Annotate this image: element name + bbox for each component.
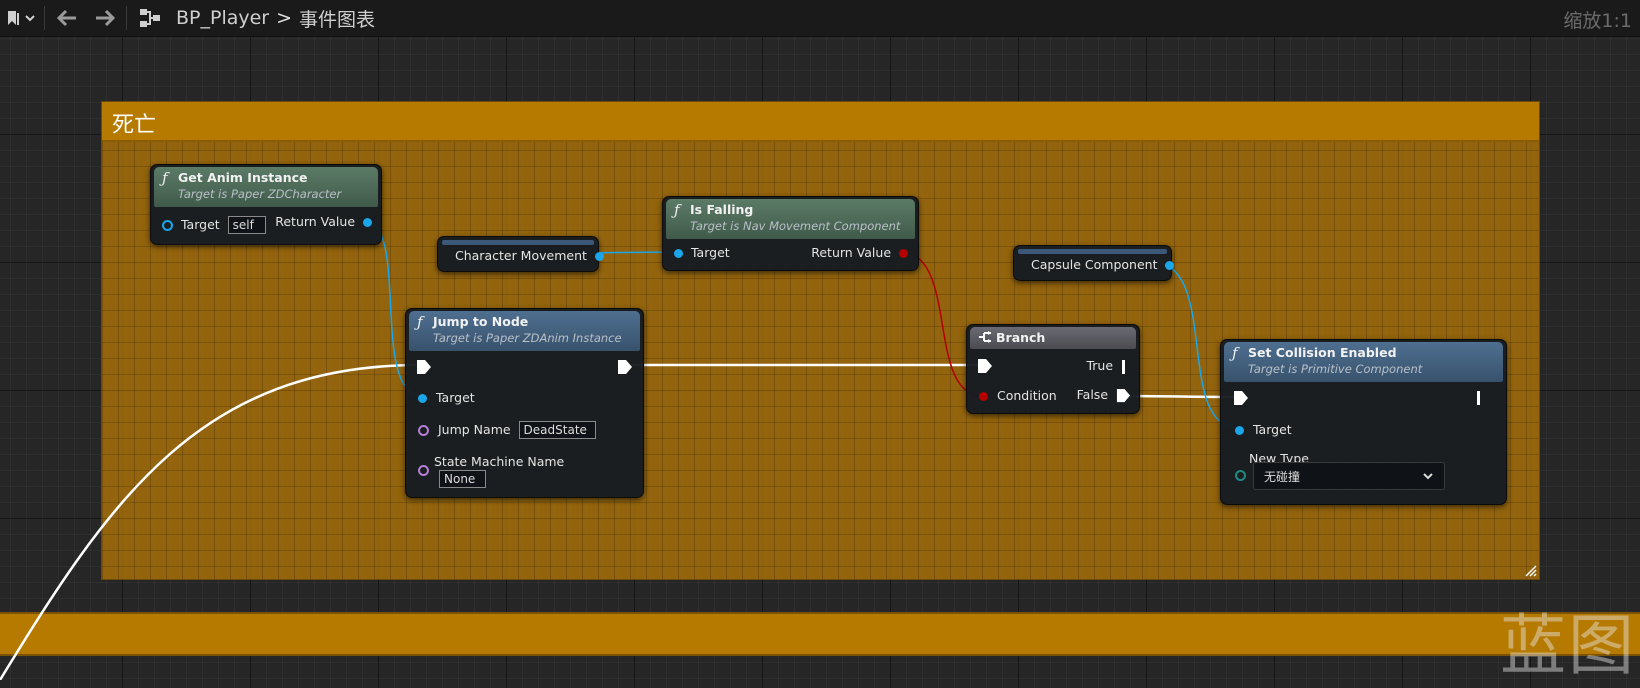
target-pin[interactable]: [162, 219, 173, 231]
function-icon: ƒ: [674, 201, 680, 219]
target-pin[interactable]: [1235, 426, 1244, 435]
exec-true-pin[interactable]: [1122, 359, 1125, 374]
pin-row-target: Target: [674, 245, 730, 260]
exec-output-pin[interactable]: [617, 359, 633, 375]
chevron-down-icon: [1423, 473, 1433, 480]
node-title: Set Collision Enabled: [1248, 345, 1397, 360]
pin-row-target: Target: [1235, 422, 1292, 437]
node-header[interactable]: Branch: [970, 327, 1136, 349]
pin-row-jump-name: Jump Name DeadState: [418, 421, 596, 439]
variable-row: Capsule Component: [1031, 257, 1175, 272]
state-machine-input[interactable]: None: [439, 470, 486, 488]
pin-row-target: Target: [418, 390, 475, 405]
new-type-pin[interactable]: [1235, 470, 1246, 481]
node-get-anim-instance[interactable]: ƒ Get Anim Instance Target is Paper ZDCh…: [150, 164, 382, 245]
pin-label: Target: [435, 390, 475, 405]
pin-label: Target: [180, 216, 220, 232]
condition-pin[interactable]: [979, 392, 988, 401]
node-type-strip: [1018, 249, 1167, 254]
pin-label: Target: [690, 245, 730, 260]
pin-label: Target: [1252, 422, 1292, 437]
state-machine-pin[interactable]: [418, 465, 429, 476]
pin-row-false: False: [1077, 387, 1131, 403]
node-subtitle: Target is Paper ZDCharacter: [178, 187, 342, 201]
node-subtitle: Target is Paper ZDAnim Instance: [433, 331, 622, 345]
exec-output-pin[interactable]: [1477, 391, 1480, 405]
node-type-strip: [442, 240, 594, 245]
output-pin[interactable]: [594, 252, 604, 261]
branch-icon: [979, 331, 991, 343]
new-type-value: 无碰撞: [1264, 470, 1301, 484]
function-icon: ƒ: [162, 169, 168, 187]
node-character-movement[interactable]: Character Movement: [437, 236, 604, 272]
target-pin[interactable]: [418, 394, 427, 403]
return-value-pin[interactable]: [363, 218, 372, 227]
node-title: Is Falling: [690, 202, 754, 217]
exec-input-pin[interactable]: [977, 358, 993, 374]
pin-label: Jump Name: [437, 421, 511, 437]
exec-false-pin[interactable]: [1116, 388, 1131, 403]
pin-row-return: Return Value: [811, 245, 908, 260]
pin-row-target: Target self: [162, 216, 266, 234]
pin-label: State Machine Name: [434, 454, 565, 469]
exec-input-pin[interactable]: [416, 359, 432, 375]
node-title: Branch: [996, 330, 1046, 345]
target-input[interactable]: self: [227, 216, 266, 234]
pin-label: True: [1086, 358, 1114, 373]
node-header[interactable]: ƒ Set Collision Enabled Target is Primit…: [1224, 342, 1503, 382]
pin-label: Condition: [996, 388, 1057, 403]
node-subtitle: Target is Nav Movement Component: [690, 219, 901, 233]
variable-row: Character Movement: [455, 248, 604, 263]
node-title: Get Anim Instance: [178, 170, 308, 185]
pin-label: Return Value: [811, 245, 892, 260]
function-icon: ƒ: [1232, 344, 1238, 362]
pin-label: False: [1076, 387, 1109, 402]
node-header[interactable]: ƒ Jump to Node Target is Paper ZDAnim In…: [409, 311, 640, 351]
node-header[interactable]: ƒ Is Falling Target is Nav Movement Comp…: [666, 199, 915, 239]
target-pin[interactable]: [674, 249, 683, 258]
output-pin[interactable]: [1165, 261, 1175, 270]
jump-name-pin[interactable]: [418, 424, 429, 436]
node-subtitle: Target is Primitive Component: [1248, 362, 1423, 376]
node-header[interactable]: ƒ Get Anim Instance Target is Paper ZDCh…: [154, 167, 378, 207]
variable-label: Capsule Component: [1031, 257, 1158, 272]
node-is-falling[interactable]: ƒ Is Falling Target is Nav Movement Comp…: [662, 196, 919, 271]
node-capsule-component[interactable]: Capsule Component: [1013, 245, 1175, 281]
jump-name-input[interactable]: DeadState: [518, 421, 596, 439]
node-title: Jump to Node: [433, 314, 529, 329]
node-set-collision-enabled[interactable]: ƒ Set Collision Enabled Target is Primit…: [1220, 339, 1507, 505]
pin-label: Return Value: [275, 214, 356, 229]
function-icon: ƒ: [417, 313, 423, 331]
pin-row-true: True: [1086, 358, 1125, 374]
pin-row-return: Return Value: [275, 214, 372, 229]
node-branch[interactable]: Branch True Condition False: [966, 324, 1140, 414]
return-value-pin[interactable]: [899, 249, 908, 258]
exec-wire-incoming: [0, 363, 421, 680]
pin-row-condition: Condition: [979, 388, 1057, 403]
variable-label: Character Movement: [455, 248, 587, 263]
node-jump-to-node[interactable]: ƒ Jump to Node Target is Paper ZDAnim In…: [405, 308, 644, 498]
new-type-dropdown[interactable]: 无碰撞: [1253, 462, 1445, 490]
exec-input-pin[interactable]: [1233, 390, 1249, 406]
